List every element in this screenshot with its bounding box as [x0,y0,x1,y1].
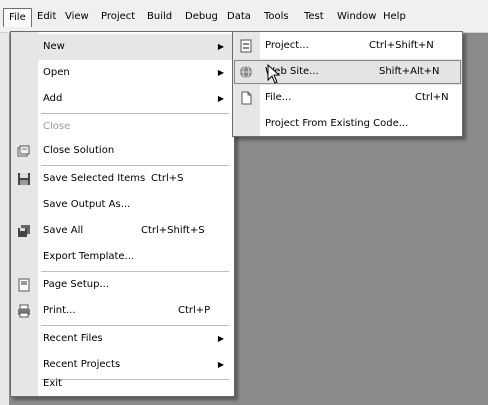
menu-item-print[interactable]: Print... Ctrl+P [11,298,234,324]
menu-item-exit[interactable]: Exit [11,372,234,396]
menu-item-close-solution[interactable]: Close Solution [11,138,234,164]
menu-item-label: Print... [43,305,76,316]
submenu-item-project-from-existing[interactable]: Project From Existing Code... [233,111,462,137]
submenu-arrow-icon: ▶ [217,68,224,77]
menu-item-shortcut: Ctrl+N [415,92,449,103]
menu-item-label: Close Solution [43,145,115,156]
menu-help[interactable]: Help [378,9,411,25]
printer-icon [18,304,30,318]
menu-item-export-template[interactable]: Export Template... [11,244,234,270]
menu-item-shortcut: Ctrl+P [178,305,211,316]
menu-item-label: Project... [265,40,309,51]
menu-item-save-selected[interactable]: Save Selected Items Ctrl+S [11,166,234,192]
save-all-icon [18,225,30,237]
menu-file[interactable]: File [3,8,32,27]
left-toolbar-strip [0,32,9,405]
menu-item-new[interactable]: New ▶ [11,34,234,60]
menu-tools[interactable]: Tools [259,9,294,25]
menu-item-page-setup[interactable]: Page Setup... [11,272,234,298]
menu-item-shortcut: Ctrl+S [151,173,184,184]
menu-window[interactable]: Window [332,9,381,25]
floppy-disk-icon [18,173,30,185]
menu-item-label: Close [43,121,71,132]
menu-item-label: Add [43,93,63,104]
menu-item-shortcut: Shift+Alt+N [379,66,440,77]
menu-data[interactable]: Data [222,9,256,25]
mouse-cursor-icon [267,64,281,84]
new-file-icon [241,91,252,105]
menu-item-label: Export Template... [43,251,135,262]
submenu-arrow-icon: ▶ [217,94,224,103]
menu-item-save-all[interactable]: Save All Ctrl+Shift+S [11,218,234,244]
menu-item-label: Recent Files [43,333,103,344]
menu-item-recent-files[interactable]: Recent Files ▶ [11,326,234,352]
menu-item-label: Save All [43,225,84,236]
new-submenu: Project... Ctrl+Shift+N Web Site... Shif… [232,31,463,137]
submenu-item-file[interactable]: File... Ctrl+N [233,85,462,111]
menu-item-shortcut: Ctrl+Shift+S [141,225,205,236]
menu-edit[interactable]: Edit [32,9,61,25]
menu-item-label: Open [43,67,70,78]
close-solution-icon [17,145,30,157]
menu-view[interactable]: View [60,9,94,25]
menu-item-open[interactable]: Open ▶ [11,60,234,86]
globe-icon [240,65,252,79]
menu-item-label: Page Setup... [43,279,110,290]
submenu-arrow-icon: ▶ [217,334,224,343]
new-project-icon [240,39,252,53]
menu-test[interactable]: Test [299,9,329,25]
submenu-item-project[interactable]: Project... Ctrl+Shift+N [233,33,462,59]
menu-item-label: Save Output As... [43,199,131,210]
menu-item-label: New [43,41,65,52]
file-menu-dropdown: New ▶ Open ▶ Add ▶ Close Close Solution … [10,31,235,397]
menu-project[interactable]: Project [96,9,140,25]
menu-item-label: Project From Existing Code... [265,118,409,129]
menu-build[interactable]: Build [142,9,177,25]
menu-debug[interactable]: Debug [180,9,223,25]
menu-item-shortcut: Ctrl+Shift+N [369,40,434,51]
menu-item-label: Save Selected Items [43,173,146,184]
menu-item-save-output[interactable]: Save Output As... [11,192,234,218]
menu-item-add[interactable]: Add ▶ [11,86,234,112]
submenu-arrow-icon: ▶ [217,42,224,51]
menu-item-close: Close [11,114,234,140]
page-setup-icon [18,278,30,292]
menu-item-label: File... [265,92,292,103]
menu-item-label: Exit [43,378,62,389]
menu-bar: File Edit View Project Build Debug Data … [0,0,488,33]
